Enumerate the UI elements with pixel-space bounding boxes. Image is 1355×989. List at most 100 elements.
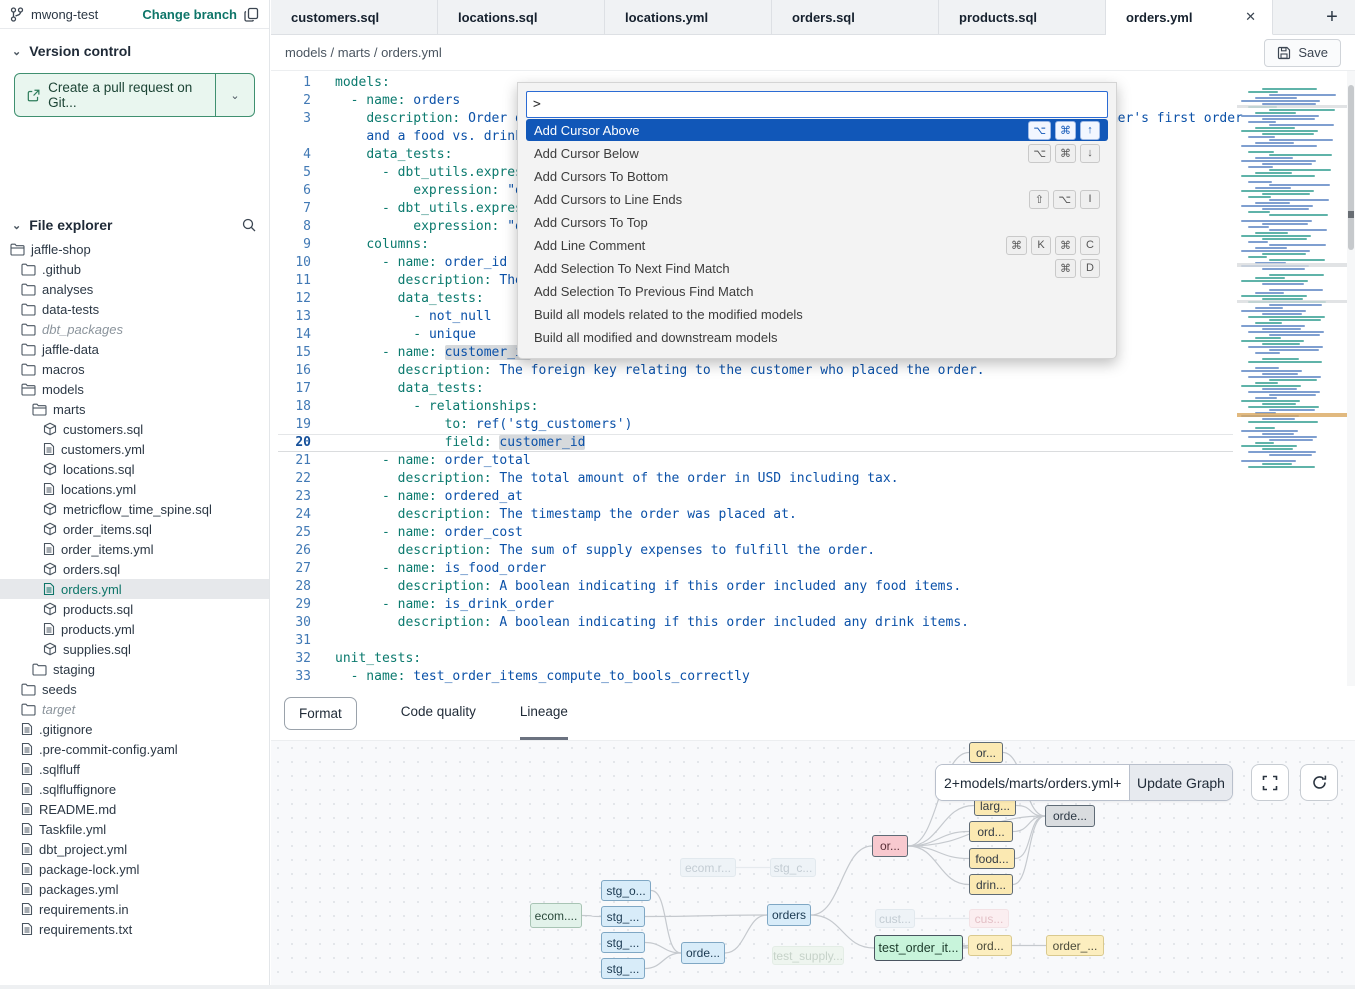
code-line[interactable]: 18 - relationships: — [271, 398, 1243, 416]
code-line[interactable]: 30 description: A boolean indicating if … — [271, 614, 1243, 632]
lineage-node-gray1[interactable]: orde... — [1045, 805, 1095, 827]
update-graph-button[interactable]: Update Graph — [1129, 765, 1232, 800]
tree-item-requirements-in[interactable]: requirements.in — [0, 899, 269, 919]
bottom-tab-code-quality[interactable]: Code quality — [401, 686, 476, 740]
tree-item-products-sql[interactable]: products.sql — [0, 599, 269, 619]
search-icon[interactable] — [241, 217, 257, 233]
code-line[interactable]: 32unit_tests: — [271, 650, 1243, 668]
lineage-node-n6[interactable]: orde... — [681, 942, 725, 964]
tree-item-target[interactable]: target — [0, 699, 269, 719]
code-line[interactable]: 31 — [271, 632, 1243, 650]
code-line[interactable]: 23 - name: ordered_at — [271, 488, 1243, 506]
code-line[interactable]: 17 data_tests: — [271, 380, 1243, 398]
code-line[interactable]: 29 - name: is_drink_order — [271, 596, 1243, 614]
tree-item--sqlfluffignore[interactable]: .sqlfluffignore — [0, 779, 269, 799]
tree-item-products-yml[interactable]: products.yml — [0, 619, 269, 639]
lineage-node-n7[interactable]: orders — [767, 904, 811, 926]
bottom-tab-lineage[interactable]: Lineage — [520, 686, 568, 740]
lineage-node-n3[interactable]: stg_... — [601, 906, 645, 927]
lineage-node-y5[interactable]: ord... — [968, 935, 1012, 956]
refresh-button[interactable] — [1300, 764, 1338, 801]
palette-item-add-cursors-to-bottom[interactable]: Add Cursors To Bottom — [526, 165, 1108, 187]
tree-item-metricflow-time-spine-sql[interactable]: metricflow_time_spine.sql — [0, 499, 269, 519]
lineage-node-y4[interactable]: drin... — [969, 874, 1013, 895]
tree-item-requirements-txt[interactable]: requirements.txt — [0, 919, 269, 939]
tab-orders-sql[interactable]: orders.sql — [772, 0, 939, 34]
tree-item-seeds[interactable]: seeds — [0, 679, 269, 699]
tab-locations-sql[interactable]: locations.sql — [438, 0, 605, 34]
code-line[interactable]: 26 description: The sum of supply expens… — [271, 542, 1243, 560]
fullscreen-button[interactable] — [1251, 764, 1289, 801]
code-line[interactable]: 19 to: ref('stg_customers') — [271, 416, 1243, 434]
file-explorer-header[interactable]: ⌄ File explorer — [0, 205, 269, 239]
tab-locations-yml[interactable]: locations.yml — [605, 0, 772, 34]
lineage-node-t1[interactable]: test_order_it... — [874, 935, 963, 961]
code-line[interactable]: 16 description: The foreign key relating… — [271, 362, 1243, 380]
code-line[interactable]: 20 field: customer_id — [271, 434, 1243, 452]
tree-item-order-items-yml[interactable]: order_items.yml — [0, 539, 269, 559]
tab-customers-sql[interactable]: customers.sql — [271, 0, 438, 34]
palette-item-build-all-modified-and-downstream-models[interactable]: Build all modified and downstream models — [526, 326, 1108, 348]
lineage-node-y3[interactable]: food... — [969, 848, 1015, 869]
lineage-node-y0[interactable]: or... — [969, 742, 1003, 763]
code-line[interactable]: 21 - name: order_total — [271, 452, 1243, 470]
change-branch-link[interactable]: Change branch — [142, 7, 237, 22]
format-button[interactable]: Format — [284, 697, 357, 730]
tree-item-models[interactable]: models — [0, 379, 269, 399]
lineage-node-n5[interactable]: stg_... — [601, 958, 645, 979]
tab-orders-yml[interactable]: orders.yml✕ — [1106, 0, 1273, 35]
tree-item-staging[interactable]: staging — [0, 659, 269, 679]
save-button[interactable]: Save — [1264, 39, 1341, 67]
tree-item--sqlfluff[interactable]: .sqlfluff — [0, 759, 269, 779]
code-line[interactable]: 28 description: A boolean indicating if … — [271, 578, 1243, 596]
version-control-header[interactable]: ⌄ Version control — [0, 29, 269, 67]
lineage-filter-input[interactable] — [936, 765, 1129, 800]
tab-products-sql[interactable]: products.sql — [939, 0, 1106, 34]
tree-item-orders-sql[interactable]: orders.sql — [0, 559, 269, 579]
code-line[interactable]: 25 - name: order_cost — [271, 524, 1243, 542]
lineage-node-y6[interactable]: order_... — [1046, 935, 1104, 956]
tab-close-icon[interactable]: ✕ — [1241, 7, 1260, 27]
palette-item-add-cursor-below[interactable]: Add Cursor Below⌥⌘↓ — [526, 142, 1108, 164]
new-tab-button[interactable]: + — [1309, 0, 1355, 34]
tree-item-supplies-sql[interactable]: supplies.sql — [0, 639, 269, 659]
code-line[interactable]: 24 description: The timestamp the order … — [271, 506, 1243, 524]
code-line[interactable]: 27 - name: is_food_order — [271, 560, 1243, 578]
tree-item-marts[interactable]: marts — [0, 399, 269, 419]
palette-item-add-cursors-to-line-ends[interactable]: Add Cursors to Line Ends⇧⌥I — [526, 188, 1108, 210]
tree-item-locations-sql[interactable]: locations.sql — [0, 459, 269, 479]
tree-item-jaffle-shop[interactable]: jaffle-shop — [0, 239, 269, 259]
tree-item-order-items-sql[interactable]: order_items.sql — [0, 519, 269, 539]
tree-item-customers-yml[interactable]: customers.yml — [0, 439, 269, 459]
code-line[interactable]: 33 - name: test_order_items_compute_to_b… — [271, 668, 1243, 686]
palette-item-build-all-models-related-to-the-modified-models[interactable]: Build all models related to the modified… — [526, 303, 1108, 325]
lineage-canvas[interactable]: ecom....stg_o...stg_...stg_...stg_...ord… — [271, 740, 1355, 985]
lineage-node-n4[interactable]: stg_... — [601, 932, 645, 953]
palette-item-add-cursor-above[interactable]: Add Cursor Above⌥⌘↑ — [526, 119, 1108, 141]
tree-item-dbt-project-yml[interactable]: dbt_project.yml — [0, 839, 269, 859]
tree-item-macros[interactable]: macros — [0, 359, 269, 379]
tree-item-locations-yml[interactable]: locations.yml — [0, 479, 269, 499]
tree-item-data-tests[interactable]: data-tests — [0, 299, 269, 319]
minimap[interactable] — [1237, 85, 1347, 525]
lineage-node-y2[interactable]: ord... — [969, 821, 1013, 842]
tree-item-analyses[interactable]: analyses — [0, 279, 269, 299]
command-palette-input[interactable] — [526, 91, 1108, 118]
tree-item-readme-md[interactable]: README.md — [0, 799, 269, 819]
lineage-node-n1[interactable]: ecom.... — [530, 903, 582, 928]
code-line[interactable]: 22 description: The total amount of the … — [271, 470, 1243, 488]
palette-item-add-selection-to-previous-find-match[interactable]: Add Selection To Previous Find Match — [526, 280, 1108, 302]
palette-item-add-cursors-to-top[interactable]: Add Cursors To Top — [526, 211, 1108, 233]
editor-scrollbar[interactable] — [1347, 71, 1355, 686]
create-pr-button[interactable]: Create a pull request on Git... ⌄ — [14, 73, 255, 117]
tree-item-customers-sql[interactable]: customers.sql — [0, 419, 269, 439]
tree-item--pre-commit-config-yaml[interactable]: .pre-commit-config.yaml — [0, 739, 269, 759]
tree-item--github[interactable]: .github — [0, 259, 269, 279]
lineage-node-p1[interactable]: or... — [872, 835, 908, 857]
lineage-node-n2[interactable]: stg_o... — [601, 880, 651, 901]
tree-item-orders-yml[interactable]: orders.yml — [0, 579, 269, 599]
pr-dropdown-toggle[interactable]: ⌄ — [216, 74, 254, 116]
tree-item-package-lock-yml[interactable]: package-lock.yml — [0, 859, 269, 879]
tree-item--gitignore[interactable]: .gitignore — [0, 719, 269, 739]
tree-item-jaffle-data[interactable]: jaffle-data — [0, 339, 269, 359]
